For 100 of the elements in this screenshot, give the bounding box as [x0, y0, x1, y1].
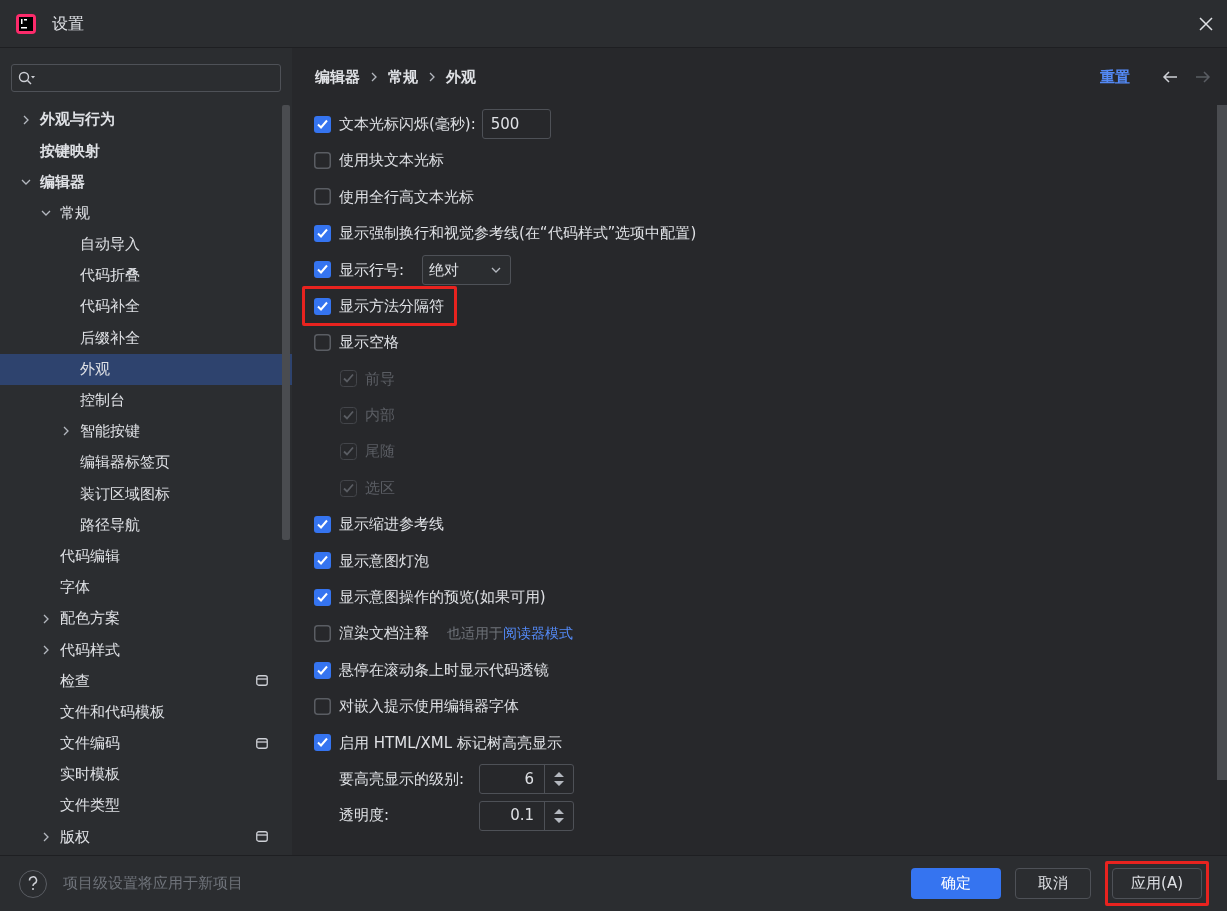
- tree-item[interactable]: 控制台: [0, 384, 292, 416]
- tree-item[interactable]: 外观: [0, 353, 292, 385]
- checkbox-label: 文本光标闪烁(毫秒):: [339, 113, 476, 135]
- button[interactable]: 应用(A): [1112, 868, 1202, 899]
- reset-link[interactable]: 重置: [1100, 65, 1130, 89]
- tree-item[interactable]: 实时模板: [0, 758, 292, 791]
- search-field[interactable]: [11, 64, 281, 92]
- checkbox-label: 显示行号:: [339, 259, 405, 281]
- tree-item[interactable]: 按键映射: [0, 135, 292, 167]
- up-down-arrows-icon: [553, 807, 565, 824]
- checkbox-label: 使用全行高文本光标: [339, 186, 474, 208]
- checkbox[interactable]: [314, 115, 331, 133]
- tree-item-label: 代码补全: [80, 296, 140, 318]
- tree-item-label: 智能按键: [80, 421, 140, 443]
- tree-item-label: 后缀补全: [80, 327, 140, 349]
- tree-item[interactable]: 文件编码: [0, 727, 292, 759]
- tree-item-label: 配色方案: [60, 608, 120, 630]
- tree-item-label: 控制台: [80, 390, 125, 412]
- tree-item[interactable]: 编辑器标签页: [0, 447, 292, 479]
- question-mark-icon: [28, 876, 38, 891]
- back-arrow-icon[interactable]: [1162, 70, 1178, 84]
- tree-item-label: 代码折叠: [80, 265, 140, 287]
- tree-item-label: 文件类型: [60, 795, 120, 817]
- spinner-label: 透明度:: [339, 805, 391, 827]
- tree-item[interactable]: 配色方案: [0, 603, 292, 635]
- tree-item[interactable]: 代码折叠: [0, 259, 292, 292]
- search-icon: [18, 71, 36, 85]
- tree-item-label: 实时模板: [60, 764, 120, 786]
- checkbox-label: 显示方法分隔符: [339, 295, 444, 317]
- tree-item[interactable]: 外观与行为: [0, 104, 292, 136]
- number-spinner[interactable]: 0.1: [479, 800, 574, 831]
- checkbox-label: 显示空格: [339, 332, 399, 354]
- checkbox[interactable]: [314, 588, 331, 606]
- tree-item[interactable]: 自动导入: [0, 228, 292, 260]
- button[interactable]: 取消: [1015, 868, 1092, 899]
- number-spinner[interactable]: 6: [479, 764, 574, 795]
- tree-item-label: 外观: [80, 358, 110, 380]
- app-logo-icon: [16, 13, 36, 34]
- tree-item-label: 代码编辑: [60, 545, 120, 567]
- help-text: 项目级设置将应用于新项目: [63, 873, 243, 895]
- tree-item[interactable]: 后缀补全: [0, 322, 292, 354]
- checkbox[interactable]: [314, 552, 331, 570]
- tree-item-label: 路径导航: [80, 514, 140, 536]
- tree-item[interactable]: 代码编辑: [0, 540, 292, 572]
- tree-item-label: 代码样式: [60, 639, 120, 661]
- checkbox[interactable]: [314, 297, 331, 315]
- tree-item-label: 字体: [60, 577, 90, 599]
- checkbox[interactable]: [314, 334, 331, 352]
- spinner-label: 要高亮显示的级别:: [339, 768, 466, 790]
- tree-item[interactable]: 检查: [0, 665, 292, 697]
- input-field[interactable]: 500: [481, 109, 551, 140]
- tree-item[interactable]: 常规: [0, 197, 292, 229]
- checkbox[interactable]: [314, 261, 331, 279]
- tree-item-label: 按键映射: [40, 140, 100, 162]
- breadcrumb-item[interactable]: 外观: [446, 65, 476, 89]
- breadcrumb-separator-icon: [370, 72, 378, 82]
- tree-item[interactable]: 字体: [0, 571, 292, 603]
- tree-item-label: 自动导入: [80, 234, 140, 256]
- checkbox-label: 对嵌入提示使用编辑器字体: [339, 696, 519, 718]
- checkbox[interactable]: [314, 188, 331, 206]
- tree-item-label: 版权: [60, 826, 90, 848]
- checkbox[interactable]: [314, 697, 331, 715]
- tree-item[interactable]: 代码样式: [0, 634, 292, 666]
- primary-button[interactable]: 确定: [911, 868, 1002, 899]
- checkbox[interactable]: [314, 625, 331, 643]
- breadcrumb-item[interactable]: 常规: [388, 65, 418, 89]
- tree-item[interactable]: 路径导航: [0, 509, 292, 541]
- checkbox-label: 显示意图灯泡: [339, 550, 429, 572]
- close-icon[interactable]: [1199, 16, 1213, 31]
- tree-item[interactable]: 代码补全: [0, 291, 292, 323]
- tree-item-label: 文件和代码模板: [60, 701, 165, 723]
- checkbox[interactable]: [314, 734, 331, 752]
- link[interactable]: 阅读器模式: [503, 625, 573, 642]
- tree-item[interactable]: 文件和代码模板: [0, 696, 292, 728]
- checkbox-label: 使用块文本光标: [339, 150, 444, 172]
- checkbox[interactable]: [314, 661, 331, 679]
- window-title: 设置: [52, 12, 84, 35]
- breadcrumb-separator-icon: [428, 72, 436, 82]
- tree-item-label: 检查: [60, 670, 90, 692]
- dropdown[interactable]: 绝对: [422, 254, 512, 285]
- tree-item[interactable]: 装订区域图标: [0, 478, 292, 510]
- scrollbar[interactable]: [282, 105, 290, 540]
- breadcrumb-item[interactable]: 编辑器: [315, 65, 360, 89]
- checkbox[interactable]: [314, 152, 331, 170]
- checkbox[interactable]: [314, 516, 331, 533]
- tree-item[interactable]: 文件类型: [0, 790, 292, 822]
- checkbox-label: 启用 HTML/XML 标记树高亮显示: [339, 732, 562, 754]
- checkbox-label: 渲染文档注释: [339, 623, 429, 645]
- scrollbar[interactable]: [1217, 105, 1227, 780]
- checkbox-label: 前导: [365, 368, 395, 390]
- tree-item[interactable]: 编辑器: [0, 166, 292, 198]
- tree-item[interactable]: 智能按键: [0, 415, 292, 448]
- checkbox-label: 内部: [365, 405, 395, 427]
- tree-item[interactable]: 版权: [0, 821, 292, 853]
- hint-text: 也适用于阅读器模式: [447, 624, 573, 644]
- tree-item-label: 外观与行为: [40, 109, 115, 131]
- checkbox-label: 尾随: [365, 441, 395, 463]
- checkbox-label: 显示强制换行和视觉参考线(在“代码样式”选项中配置): [339, 223, 697, 245]
- checkbox-label: 显示缩进参考线: [339, 514, 444, 536]
- checkbox[interactable]: [314, 224, 331, 242]
